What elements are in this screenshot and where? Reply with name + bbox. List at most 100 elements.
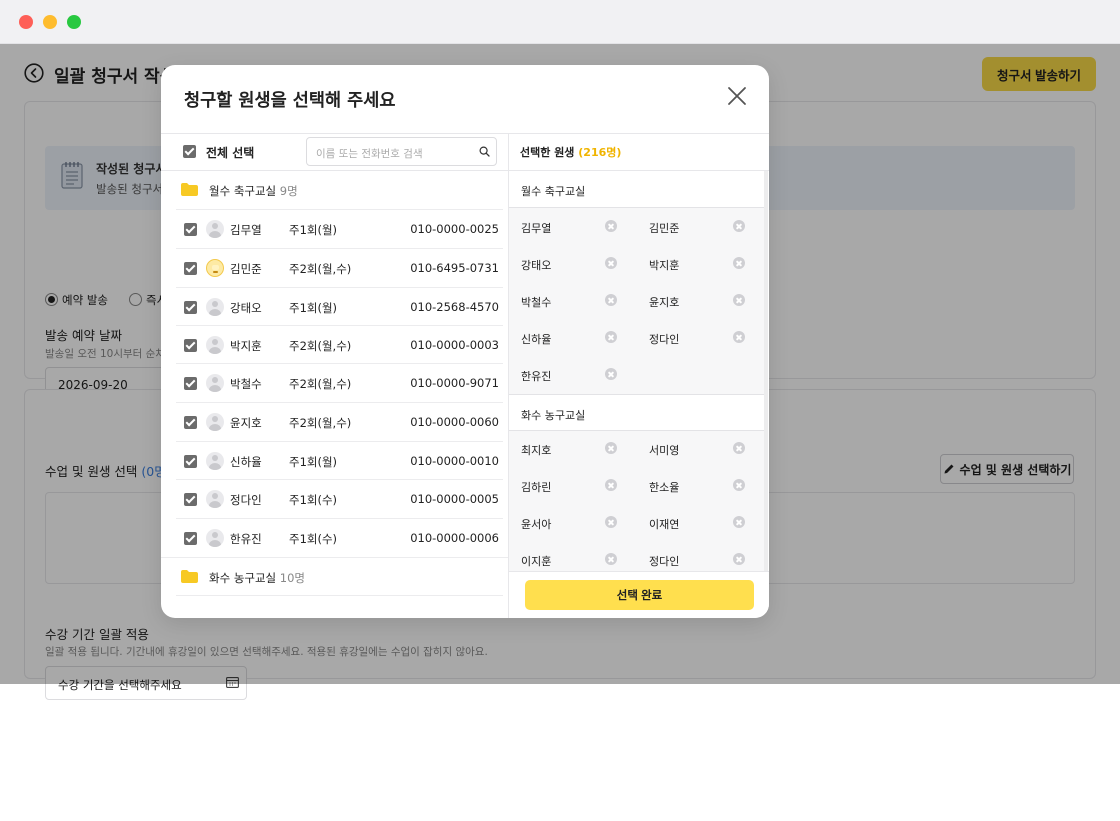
selected-student-name: 윤지호 — [649, 296, 680, 309]
avatar — [206, 452, 224, 470]
student-schedule: 주2회(월,수) — [289, 339, 352, 353]
selected-student-name: 김무열 — [521, 222, 552, 235]
student-row[interactable]: 강태오 주1회(월) 010-2568-4570 — [176, 287, 503, 326]
avatar — [206, 374, 224, 392]
remove-icon[interactable] — [733, 220, 745, 232]
student-checkbox[interactable] — [184, 223, 197, 236]
student-phone: 010-0000-0010 — [410, 454, 499, 468]
student-name: 박지훈 — [230, 339, 262, 353]
student-name: 정다인 — [230, 493, 262, 507]
remove-icon[interactable] — [605, 479, 617, 491]
student-name: 박철수 — [230, 377, 262, 391]
group-name: 화수 농구교실 10명 — [209, 570, 305, 586]
student-schedule: 주2회(월,수) — [289, 377, 352, 391]
student-phone: 010-0000-0006 — [410, 531, 499, 545]
group-row-hwasu-basketball[interactable]: 화수 농구교실 10명 — [161, 557, 508, 595]
student-phone: 010-0000-0003 — [410, 338, 499, 352]
avatar — [206, 413, 224, 431]
selected-student-name: 정다인 — [649, 333, 680, 346]
close-icon[interactable] — [726, 85, 748, 107]
modal-divider — [161, 133, 769, 134]
student-phone: 010-6495-0731 — [410, 261, 499, 275]
selected-header-label: 선택한 원생 — [520, 146, 575, 159]
remove-icon[interactable] — [733, 553, 745, 565]
student-checkbox[interactable] — [184, 532, 197, 545]
select-all-checkbox[interactable] — [183, 145, 196, 158]
student-phone: 010-2568-4570 — [410, 300, 499, 314]
avatar — [206, 336, 224, 354]
group-count: 10명 — [279, 571, 306, 585]
search-input[interactable]: 이름 또는 전화번호 검색 — [306, 137, 497, 166]
remove-icon[interactable] — [605, 294, 617, 306]
select-all-label: 전체 선택 — [206, 146, 255, 160]
remove-icon[interactable] — [605, 442, 617, 454]
student-phone: 010-0000-0005 — [410, 492, 499, 506]
avatar — [206, 298, 224, 316]
student-name: 강태오 — [230, 301, 262, 315]
student-name: 김무열 — [230, 223, 262, 237]
student-checkbox[interactable] — [184, 416, 197, 429]
folder-icon — [181, 570, 198, 583]
student-row[interactable]: 박철수 주2회(월,수) 010-0000-9071 — [176, 363, 503, 402]
remove-icon[interactable] — [733, 516, 745, 528]
student-checkbox[interactable] — [184, 339, 197, 352]
group-count: 9명 — [279, 184, 298, 198]
selected-student-name: 이지훈 — [521, 555, 552, 568]
selected-student-name: 정다인 — [649, 555, 680, 568]
student-phone: 010-0000-9071 — [410, 376, 499, 390]
remove-icon[interactable] — [733, 257, 745, 269]
group-name: 월수 축구교실 9명 — [209, 183, 298, 199]
selected-group-name: 월수 축구교실 — [521, 185, 586, 198]
student-name: 한유진 — [230, 532, 262, 546]
remove-icon[interactable] — [733, 294, 745, 306]
remove-icon[interactable] — [605, 331, 617, 343]
selected-group-name: 화수 농구교실 — [521, 409, 586, 422]
modal-title: 청구할 원생을 선택해 주세요 — [184, 91, 396, 111]
student-row[interactable]: 김민준 주2회(월,수) 010-6495-0731 — [176, 248, 503, 287]
student-row[interactable]: 박지훈 주2회(월,수) 010-0000-0003 — [176, 325, 503, 364]
student-checkbox[interactable] — [184, 493, 197, 506]
selected-group-hwasu-basketball: 화수 농구교실 — [509, 394, 765, 431]
remove-icon[interactable] — [605, 368, 617, 380]
group-row-wolsu-soccer[interactable]: 월수 축구교실 9명 — [161, 171, 508, 209]
remove-icon[interactable] — [605, 516, 617, 528]
remove-icon[interactable] — [733, 479, 745, 491]
student-checkbox[interactable] — [184, 377, 197, 390]
window-titlebar — [0, 0, 1120, 44]
student-schedule: 주1회(월) — [289, 223, 338, 237]
select-done-button[interactable]: 선택 완료 — [525, 580, 754, 610]
student-name: 신하율 — [230, 455, 262, 469]
selected-student-name: 한유진 — [521, 370, 552, 383]
close-window-button[interactable] — [19, 15, 33, 29]
student-name: 윤지호 — [230, 416, 262, 430]
selected-list-scrollbar[interactable] — [764, 171, 768, 571]
remove-icon[interactable] — [605, 220, 617, 232]
student-checkbox[interactable] — [184, 455, 197, 468]
student-row[interactable]: 정다인 주1회(수) 010-0000-0005 — [176, 479, 503, 518]
minimize-window-button[interactable] — [43, 15, 57, 29]
student-row[interactable]: 김무열 주1회(월) 010-0000-0025 — [176, 209, 503, 248]
student-name: 김민준 — [230, 262, 262, 276]
selected-group-wolsu-soccer: 월수 축구교실 — [509, 171, 765, 208]
student-row[interactable]: 신하율 주1회(월) 010-0000-0010 — [176, 441, 503, 480]
student-checkbox[interactable] — [184, 262, 197, 275]
student-schedule: 주2회(월,수) — [289, 416, 352, 430]
selected-student-name: 윤서아 — [521, 518, 552, 531]
student-row-partial[interactable] — [176, 595, 503, 618]
remove-icon[interactable] — [605, 257, 617, 269]
maximize-window-button[interactable] — [67, 15, 81, 29]
student-schedule: 주1회(수) — [289, 493, 338, 507]
remove-icon[interactable] — [733, 331, 745, 343]
selected-student-name: 김하린 — [521, 481, 552, 494]
selected-count: (216명) — [578, 146, 622, 159]
student-row[interactable]: 윤지호 주2회(월,수) 010-0000-0060 — [176, 402, 503, 441]
selected-student-name: 김민준 — [649, 222, 680, 235]
search-icon[interactable] — [479, 146, 490, 157]
remove-icon[interactable] — [605, 553, 617, 565]
student-row[interactable]: 한유진 주1회(수) 010-0000-0006 — [176, 518, 503, 557]
student-checkbox[interactable] — [184, 301, 197, 314]
avatar — [206, 529, 224, 547]
selected-student-name: 이재연 — [649, 518, 680, 531]
avatar — [206, 220, 224, 238]
remove-icon[interactable] — [733, 442, 745, 454]
